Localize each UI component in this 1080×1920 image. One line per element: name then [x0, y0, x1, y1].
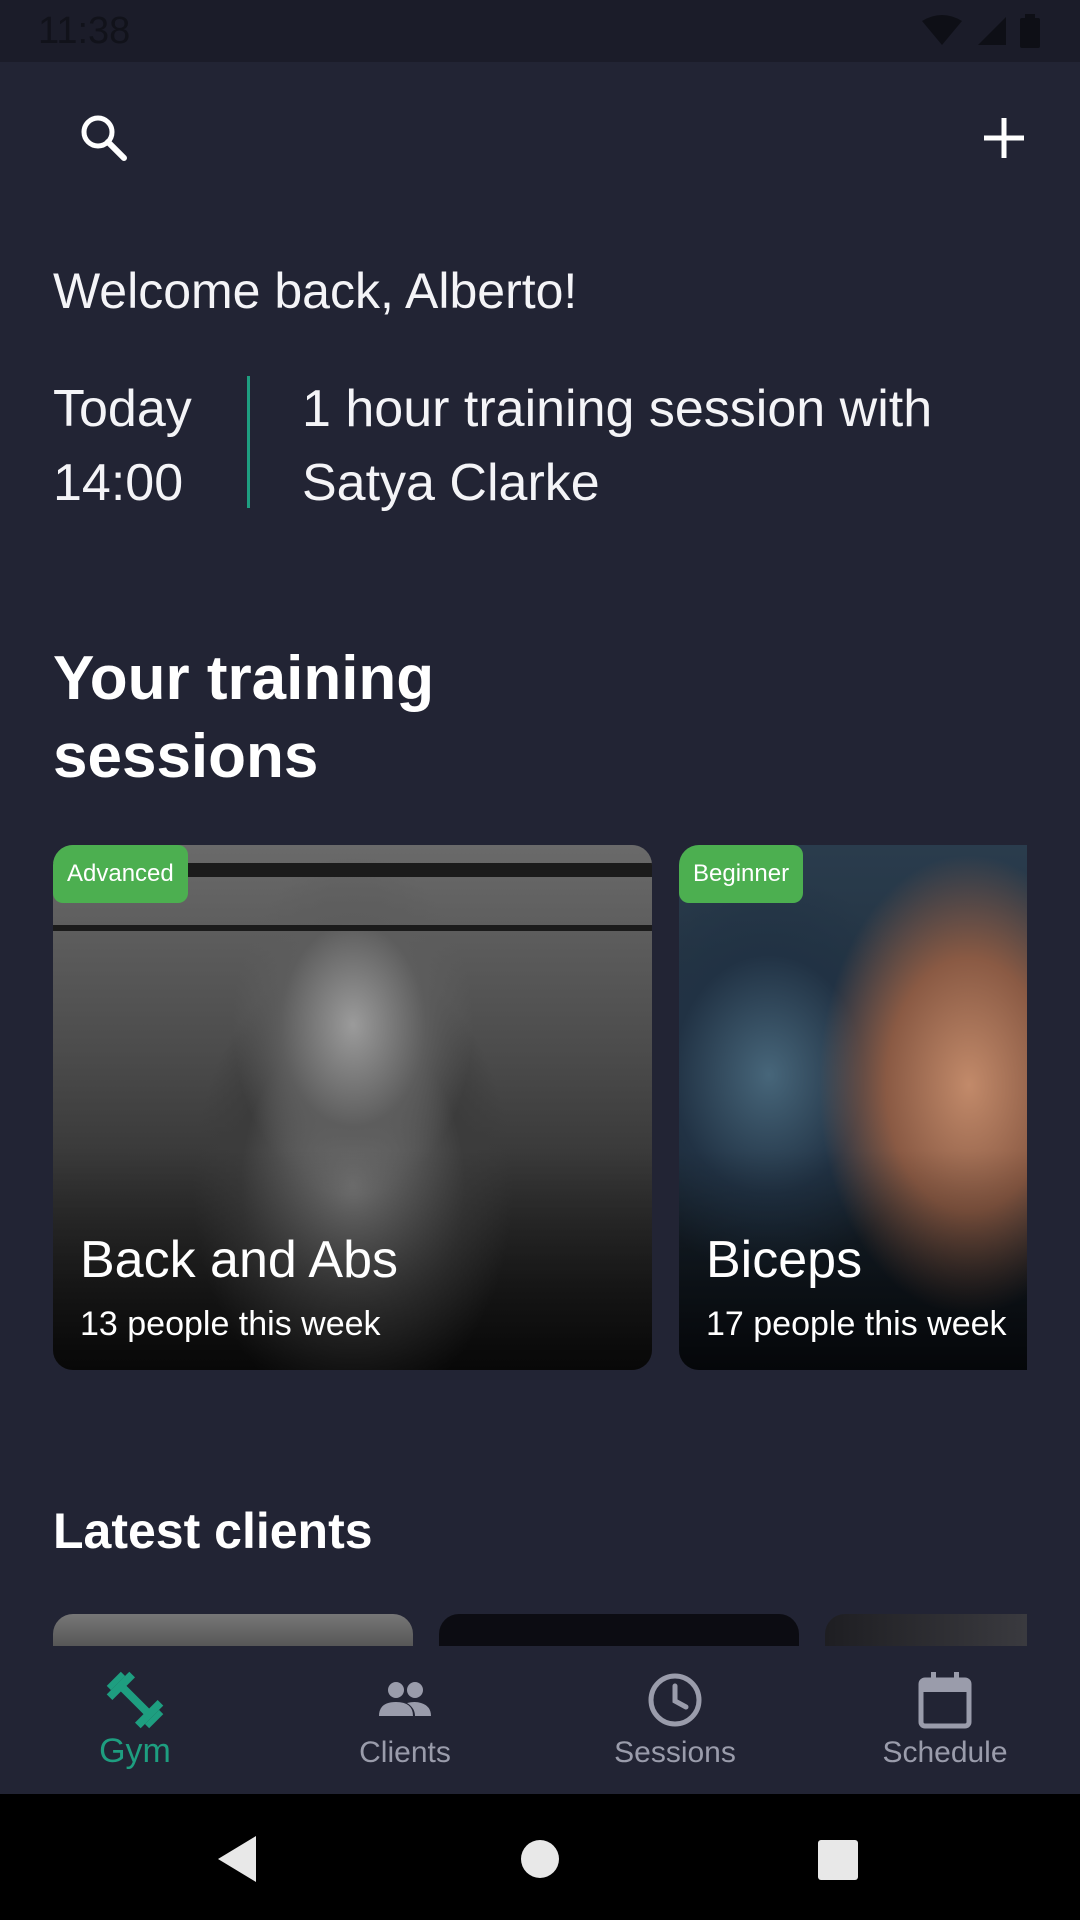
- nav-label-clients: Clients: [359, 1736, 451, 1769]
- card-title: Biceps: [706, 1231, 863, 1289]
- next-session-day: Today: [53, 380, 192, 438]
- dumbbell-icon: [106, 1671, 164, 1729]
- client-card[interactable]: [825, 1614, 1027, 1646]
- client-card[interactable]: [53, 1614, 413, 1646]
- status-time: 11:38: [38, 10, 131, 52]
- home-icon[interactable]: [520, 1834, 560, 1884]
- latest-clients-carousel[interactable]: [53, 1614, 1027, 1646]
- calendar-icon: [918, 1672, 972, 1729]
- latest-clients-title: Latest clients: [53, 1503, 373, 1559]
- people-icon: [379, 1682, 431, 1716]
- system-navigation-bar: [0, 1794, 1080, 1920]
- session-divider: [247, 376, 250, 508]
- nav-label-gym: Gym: [99, 1732, 171, 1770]
- bottom-navigation: Gym Clients Sessions Schedule: [0, 1646, 1080, 1794]
- training-card-biceps[interactable]: Beginner Biceps 17 people this week: [679, 845, 1027, 1370]
- nav-label-sessions: Sessions: [614, 1736, 736, 1769]
- training-card-back-and-abs[interactable]: Advanced Back and Abs 13 people this wee…: [53, 845, 652, 1370]
- welcome-message: Welcome back, Alberto!: [53, 263, 578, 319]
- client-card[interactable]: [439, 1614, 799, 1646]
- rack-line-image: [53, 925, 652, 931]
- next-session-description[interactable]: 1 hour training session with Satya Clark…: [302, 372, 1022, 520]
- next-session-time: 14:00: [53, 454, 184, 512]
- status-bar: 11:38: [0, 0, 1080, 62]
- training-sessions-title: Your training sessions: [53, 644, 435, 791]
- nav-label-schedule: Schedule: [882, 1736, 1008, 1769]
- next-session-datetime: Today 14:00: [53, 372, 192, 520]
- battery-icon: [1020, 14, 1040, 48]
- level-badge: Beginner: [679, 845, 804, 903]
- nav-item-sessions[interactable]: Sessions: [540, 1646, 810, 1794]
- add-icon[interactable]: [974, 108, 1034, 168]
- status-icons: [922, 14, 1040, 48]
- nav-item-clients[interactable]: Clients: [270, 1646, 540, 1794]
- nav-item-gym[interactable]: Gym: [0, 1646, 270, 1794]
- search-icon[interactable]: [74, 108, 134, 168]
- wifi-icon: [922, 15, 962, 45]
- recents-icon[interactable]: [816, 1834, 860, 1884]
- training-cards-carousel[interactable]: Advanced Back and Abs 13 people this wee…: [53, 845, 1027, 1370]
- card-title: Back and Abs: [80, 1231, 398, 1289]
- back-icon[interactable]: [216, 1834, 260, 1884]
- level-badge: Advanced: [53, 845, 188, 903]
- signal-icon: [978, 17, 1006, 45]
- nav-item-schedule[interactable]: Schedule: [810, 1646, 1080, 1794]
- card-attendance: 17 people this week: [706, 1305, 1007, 1343]
- card-attendance: 13 people this week: [80, 1305, 381, 1343]
- clock-icon: [648, 1673, 702, 1727]
